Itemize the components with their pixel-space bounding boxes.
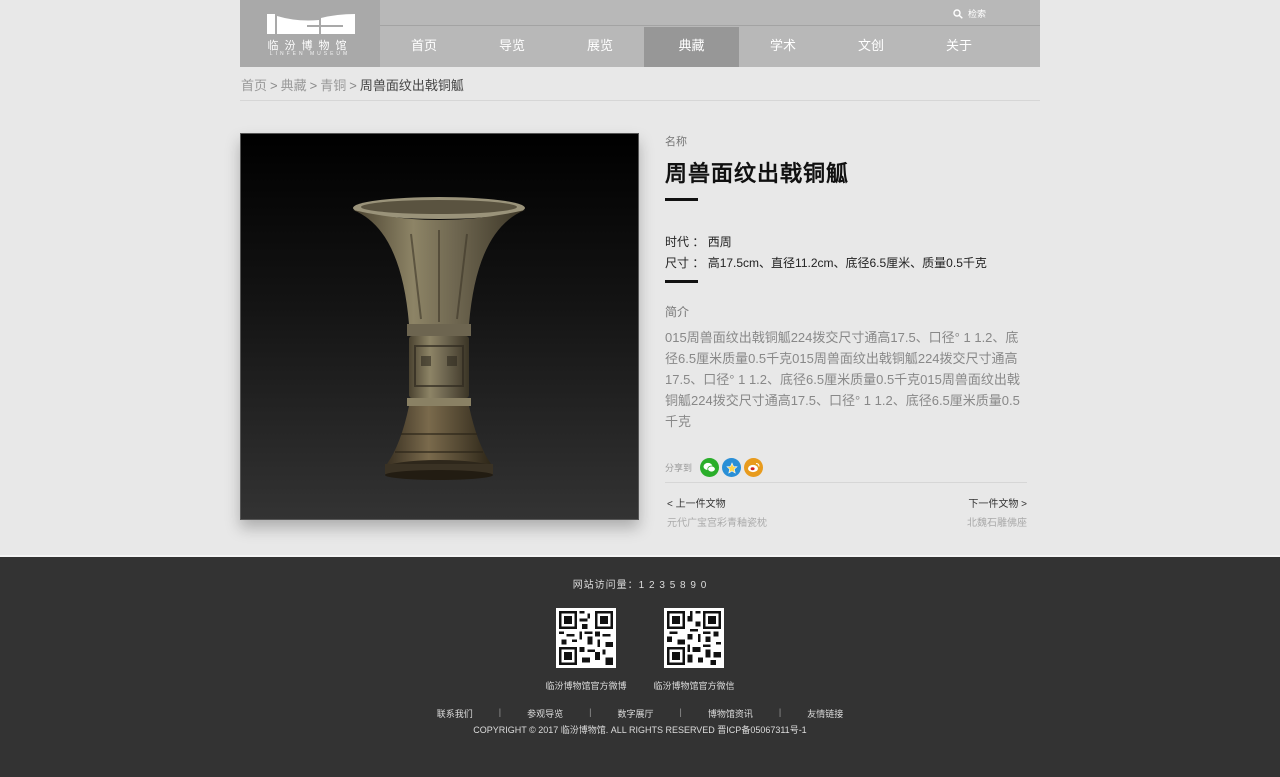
breadcrumb-current: 周兽面纹出戟铜觚: [359, 78, 464, 93]
next-title: 北魏石雕佛座: [967, 518, 1027, 529]
footer-link-divider: |: [589, 707, 592, 717]
weibo-qr-label: 临汾博物馆官方微博: [545, 681, 627, 691]
wechat-qr-code: [664, 608, 724, 668]
prev-label: < 上一件文物: [667, 499, 726, 510]
footer-link-digital-hall[interactable]: 数字展厅: [617, 707, 653, 720]
era-row: 时代 ： 西周: [665, 233, 732, 250]
museum-logo[interactable]: 临汾博物馆 LINFEN MUSEUM: [240, 0, 380, 67]
name-label: 名称: [665, 136, 687, 148]
footer-link-news[interactable]: 博物馆资讯: [708, 707, 753, 720]
museum-logo-mark-icon: [267, 14, 355, 34]
breadcrumb-separator: >: [349, 78, 357, 93]
era-value: 西周: [707, 235, 732, 249]
footer-link-divider: |: [778, 707, 782, 717]
next-artifact-link[interactable]: 下一件文物 > 北魏石雕佛座: [967, 495, 1027, 529]
breadcrumb-divider: [240, 100, 1040, 101]
share-label: 分享到: [665, 463, 693, 473]
search-icon: [953, 8, 963, 19]
meta-underline: [665, 280, 698, 283]
search-button[interactable]: 检索: [953, 7, 986, 20]
site-header: 临汾博物馆 LINFEN MUSEUM 检索 首页 导览 展览 典藏 学术 文创…: [240, 0, 1040, 67]
nav-home[interactable]: 首页: [380, 27, 468, 67]
prev-artifact-link[interactable]: < 上一件文物 元代广宝宫彩青釉瓷枕: [667, 495, 767, 529]
footer-link-divider: |: [498, 707, 502, 717]
wechat-icon[interactable]: [700, 458, 720, 477]
header-topbar: 检索: [380, 0, 1040, 26]
footer-links: 联系我们 | 参观导览 | 数字展厅 | 博物馆资讯 | 友情链接: [0, 707, 1280, 720]
title-underline: [665, 198, 698, 201]
breadcrumb-separator: >: [270, 78, 278, 93]
copyright: COPYRIGHT © 2017 临汾博物馆. ALL RIGHTS RESER…: [473, 725, 807, 735]
breadcrumb-separator: >: [309, 78, 318, 93]
footer-link-friends[interactable]: 友情链接: [807, 707, 843, 720]
weibo-qr-code: [556, 608, 616, 668]
size-value: 高17.5cm、直径11.2cm、底径6.5厘米、质量0.5千克: [707, 256, 987, 270]
site-footer: 网站访问量：1 2 3 5 8 9 0 临汾博物馆官方微博 临汾博物馆官方微信 …: [0, 555, 1280, 777]
qzone-icon[interactable]: [722, 458, 742, 477]
prev-title: 元代广宝宫彩青釉瓷枕: [667, 518, 767, 529]
visit-counter: 网站访问量：1 2 3 5 8 9 0: [572, 580, 708, 591]
nav-creative[interactable]: 文创: [827, 27, 915, 67]
artifact-intro: 015周兽面纹出戟铜觚224拨交尺寸通高17.5、口径° 1 1.2、底径6.5…: [665, 330, 1020, 429]
qr-code-icon: [559, 611, 613, 665]
nav-guide[interactable]: 导览: [468, 27, 556, 67]
nav-collection[interactable]: 典藏: [644, 27, 739, 67]
share-bar: 分享到: [665, 458, 764, 477]
artifact-title: 周兽面纹出戟铜觚: [665, 161, 850, 186]
breadcrumb-bronze[interactable]: 青铜: [320, 78, 346, 93]
footer-link-contact[interactable]: 联系我们: [437, 707, 473, 720]
weibo-icon[interactable]: [744, 458, 764, 477]
breadcrumb: 首页 > 典藏 > 青铜 > 周兽面纹出戟铜觚: [241, 75, 464, 94]
era-label: 时代 ：: [665, 235, 705, 249]
footer-link-visit-guide[interactable]: 参观导览: [527, 707, 563, 720]
nav-about[interactable]: 关于: [915, 27, 1003, 67]
main-nav: 首页 导览 展览 典藏 学术 文创 关于: [380, 27, 1040, 67]
search-label: 检索: [967, 9, 986, 19]
artifact-photo: [240, 133, 639, 520]
size-row: 尺寸 ： 高17.5cm、直径11.2cm、底径6.5厘米、质量0.5千克: [665, 254, 987, 271]
footer-link-divider: |: [679, 707, 682, 717]
intro-label: 简介: [665, 305, 690, 319]
nav-exhibition[interactable]: 展览: [556, 27, 644, 67]
nav-academic[interactable]: 学术: [739, 27, 827, 67]
next-label: 下一件文物 >: [968, 499, 1027, 510]
qr-code-icon: [667, 611, 721, 665]
logo-english-name: LINFEN MUSEUM: [269, 51, 351, 57]
breadcrumb-collection[interactable]: 典藏: [281, 78, 307, 93]
breadcrumb-home[interactable]: 首页: [241, 78, 267, 93]
wechat-qr-label: 临汾博物馆官方微信: [653, 681, 735, 691]
size-label: 尺寸 ：: [665, 256, 705, 270]
share-divider: [665, 482, 1027, 483]
bronze-gu-vessel-image: [353, 197, 525, 480]
